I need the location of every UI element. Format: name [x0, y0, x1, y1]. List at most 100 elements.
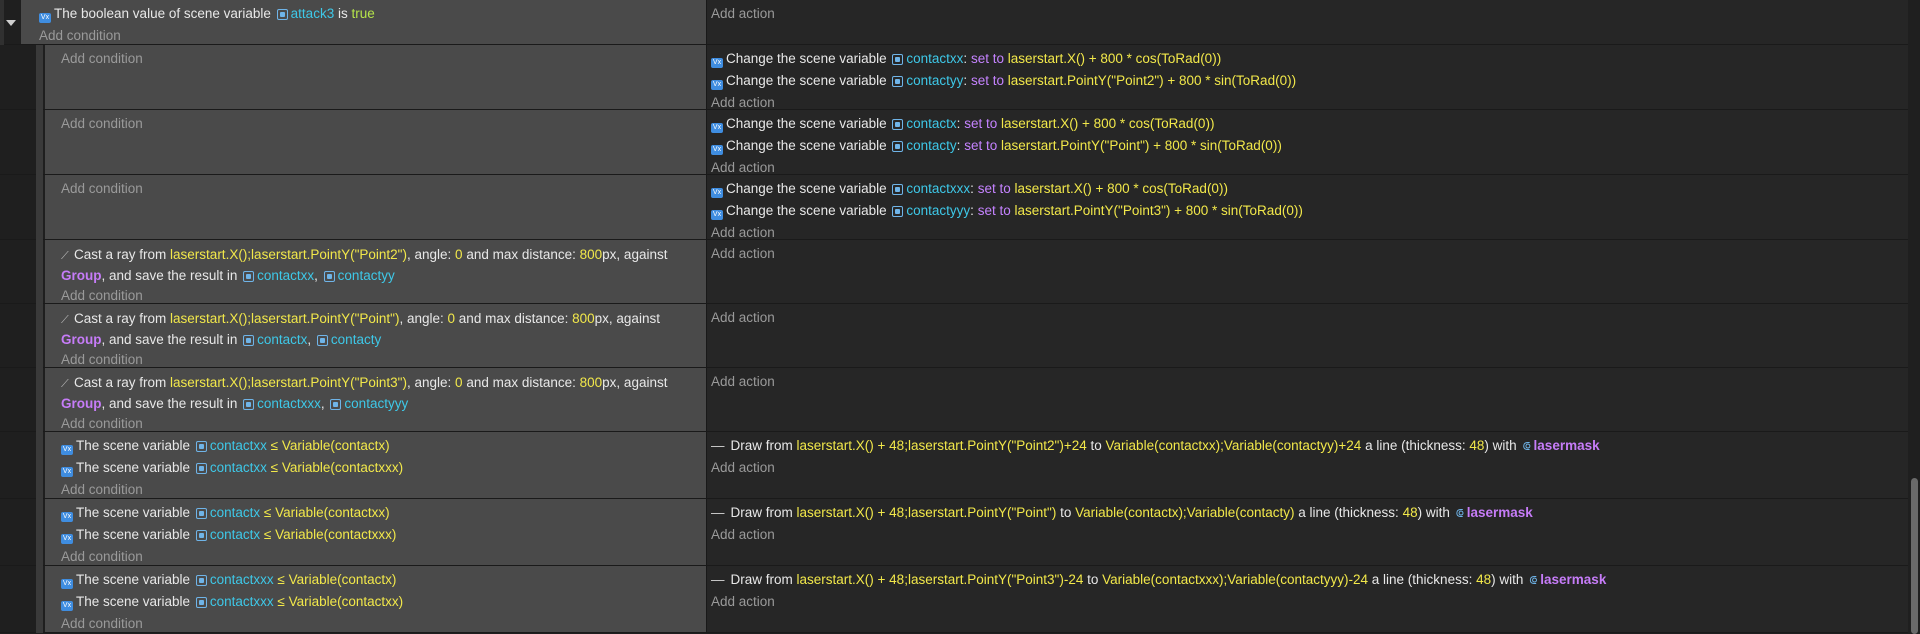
event-sheet: Vx The boolean value of scene variable at…: [0, 0, 1920, 633]
variable-icon: [892, 141, 904, 152]
add-action-link[interactable]: Add action: [711, 307, 1914, 328]
object-icon: ⟃: [1529, 572, 1538, 587]
variable-icon: [276, 9, 288, 20]
condition[interactable]: ⟋ Cast a ray from laserstart.X();lasersta…: [61, 243, 700, 285]
action[interactable]: Vx Change the scene variable contactxx: s…: [711, 48, 1914, 70]
action[interactable]: — Draw from laserstart.X() + 48;laserstar…: [711, 435, 1914, 457]
add-condition-link[interactable]: Add condition: [61, 479, 700, 500]
condition[interactable]: ⟋ Cast a ray from laserstart.X();lasersta…: [61, 371, 700, 413]
raycast-icon: ⟋: [61, 314, 69, 326]
add-condition-link[interactable]: Add condition: [61, 178, 700, 199]
variable-icon: [892, 119, 904, 130]
conditions-column: Vx The scene variable contactxx ≤ Variabl…: [36, 432, 706, 500]
variable-icon: [195, 575, 207, 586]
variable-icon: [892, 184, 904, 195]
variable-icon: [243, 271, 255, 282]
event-row[interactable]: ⟋ Cast a ray from laserstart.X();lasersta…: [0, 240, 1920, 304]
event-row[interactable]: Vx The scene variable contactx ≤ Variable…: [0, 499, 1920, 566]
add-action-link[interactable]: Add action: [711, 457, 1914, 478]
draw-line-icon: —: [711, 438, 725, 453]
condition[interactable]: Vx The scene variable contactxxx ≤ Variab…: [61, 591, 700, 613]
actions-column: — Draw from laserstart.X() + 48;laserstar…: [706, 566, 1920, 632]
event-row[interactable]: Vx The scene variable contactxx ≤ Variabl…: [0, 432, 1920, 499]
condition[interactable]: Vx The scene variable contactxx ≤ Variabl…: [61, 435, 700, 457]
event-row[interactable]: Add condition Vx Change the scene variabl…: [0, 110, 1920, 175]
scene-variable-icon: Vx: [61, 601, 73, 611]
scene-variable-icon: Vx: [711, 80, 723, 90]
event-row[interactable]: ⟋ Cast a ray from laserstart.X();lasersta…: [0, 368, 1920, 432]
draw-line-icon: —: [711, 572, 725, 587]
conditions-column: Add condition: [36, 45, 706, 110]
actions-column: — Draw from laserstart.X() + 48;laserstar…: [706, 499, 1920, 565]
condition[interactable]: Vx The scene variable contactxxx ≤ Variab…: [61, 569, 700, 591]
raycast-icon: ⟋: [61, 250, 69, 262]
variable-icon: [195, 463, 207, 474]
scene-variable-icon: Vx: [711, 145, 723, 155]
add-condition-link[interactable]: Add condition: [39, 25, 700, 46]
variable-icon: [892, 54, 904, 65]
variable-icon: [195, 508, 207, 519]
event-row[interactable]: Add condition Vx Change the scene variabl…: [0, 45, 1920, 110]
condition[interactable]: ⟋ Cast a ray from laserstart.X();lasersta…: [61, 307, 700, 349]
conditions-column: ⟋ Cast a ray from laserstart.X();lasersta…: [36, 368, 706, 434]
event-row[interactable]: Vx The scene variable contactxxx ≤ Variab…: [0, 566, 1920, 633]
actions-column: — Draw from laserstart.X() + 48;laserstar…: [706, 432, 1920, 498]
actions-column: Vx Change the scene variable contactxxx: …: [706, 175, 1920, 240]
draw-line-icon: —: [711, 505, 725, 520]
variable-icon: [323, 271, 335, 282]
condition[interactable]: Vx The scene variable contactx ≤ Variable…: [61, 502, 700, 524]
add-action-link[interactable]: Add action: [711, 524, 1914, 545]
action[interactable]: Vx Change the scene variable contacty: se…: [711, 135, 1914, 157]
action[interactable]: Vx Change the scene variable contactyyy: …: [711, 200, 1914, 222]
add-action-link[interactable]: Add action: [711, 243, 1914, 264]
conditions-column: Vx The boolean value of scene variable at…: [0, 0, 706, 46]
add-action-link[interactable]: Add action: [711, 3, 1914, 24]
conditions-column: Vx The scene variable contactx ≤ Variable…: [36, 499, 706, 567]
conditions-column: Add condition: [36, 110, 706, 175]
variable-icon: [195, 597, 207, 608]
condition[interactable]: Vx The boolean value of scene variable at…: [39, 3, 700, 25]
add-condition-link[interactable]: Add condition: [61, 48, 700, 69]
variable-icon: [195, 530, 207, 541]
action[interactable]: Vx Change the scene variable contactyy: s…: [711, 70, 1914, 92]
action[interactable]: — Draw from laserstart.X() + 48;laserstar…: [711, 502, 1914, 524]
variable-icon: [316, 335, 328, 346]
variable-icon: [330, 399, 342, 410]
variable-icon: [195, 441, 207, 452]
actions-column: Add action: [706, 0, 1920, 44]
scene-variable-icon: Vx: [61, 512, 73, 522]
actions-column: Add action: [706, 304, 1920, 367]
add-condition-link[interactable]: Add condition: [61, 546, 700, 567]
add-condition-link[interactable]: Add condition: [61, 285, 700, 306]
variable-icon: [243, 399, 255, 410]
scene-variable-icon: Vx: [61, 445, 73, 455]
condition[interactable]: Vx The scene variable contactxx ≤ Variabl…: [61, 457, 700, 479]
variable-icon: [892, 206, 904, 217]
add-condition-link[interactable]: Add condition: [61, 349, 700, 370]
add-action-link[interactable]: Add action: [711, 591, 1914, 612]
scene-variable-icon: Vx: [711, 123, 723, 133]
scrollbar-thumb[interactable]: [1911, 478, 1918, 634]
raycast-icon: ⟋: [61, 378, 69, 390]
scene-variable-icon: Vx: [61, 579, 73, 589]
add-condition-link[interactable]: Add condition: [61, 113, 700, 134]
action[interactable]: Vx Change the scene variable contactxxx: …: [711, 178, 1914, 200]
event-row[interactable]: Vx The boolean value of scene variable at…: [0, 0, 1920, 45]
add-action-link[interactable]: Add action: [711, 371, 1914, 392]
condition[interactable]: Vx The scene variable contactx ≤ Variable…: [61, 524, 700, 546]
scene-variable-icon: Vx: [39, 13, 51, 23]
actions-column: Vx Change the scene variable contactxx: s…: [706, 45, 1920, 110]
action[interactable]: Vx Change the scene variable contactx: se…: [711, 113, 1914, 135]
add-condition-link[interactable]: Add condition: [61, 413, 700, 434]
add-condition-link[interactable]: Add condition: [61, 613, 700, 634]
conditions-column: Vx The scene variable contactxxx ≤ Variab…: [36, 566, 706, 634]
scene-variable-icon: Vx: [61, 467, 73, 477]
action[interactable]: — Draw from laserstart.X() + 48;laserstar…: [711, 569, 1914, 591]
event-row[interactable]: Add condition Vx Change the scene variabl…: [0, 175, 1920, 240]
scene-variable-icon: Vx: [711, 188, 723, 198]
object-icon: ⟃: [1522, 438, 1531, 453]
event-row[interactable]: ⟋ Cast a ray from laserstart.X();lasersta…: [0, 304, 1920, 368]
scene-variable-icon: Vx: [711, 210, 723, 220]
variable-icon: [243, 335, 255, 346]
actions-column: Add action: [706, 240, 1920, 303]
